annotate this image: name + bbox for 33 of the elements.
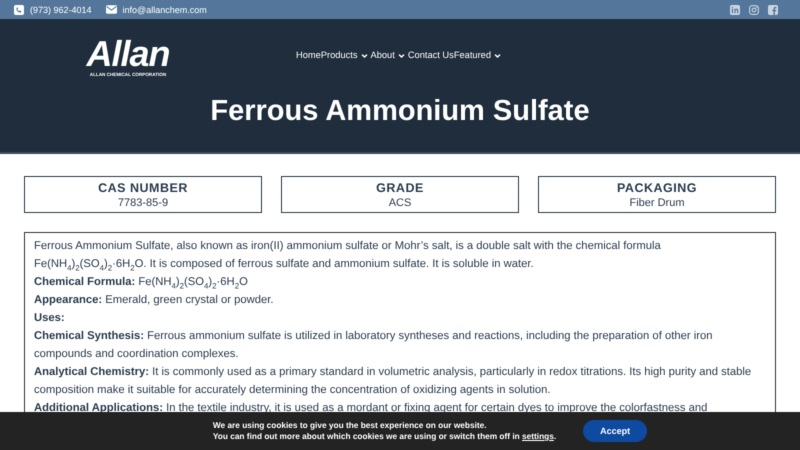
- card-heading: CAS NUMBER: [98, 180, 188, 194]
- description-text: Uses:: [34, 311, 66, 326]
- accept-button[interactable]: Accept: [583, 420, 648, 442]
- description-text: Appearance: Emerald, green crystal or powder.: [34, 293, 274, 308]
- card-value: Fiber Drum: [629, 196, 684, 208]
- card-value: ACS: [388, 196, 412, 208]
- cookie-message: We are using cookies to give you the best experience on our website.: [212, 420, 488, 431]
- caret-icon: [398, 53, 405, 59]
- card-heading: PACKAGING: [617, 180, 697, 194]
- caret-icon: [360, 53, 368, 59]
- caret-icon: [494, 53, 502, 59]
- nav-link[interactable]: Featured: [454, 50, 504, 60]
- linkedin-icon[interactable]: [730, 4, 740, 14]
- instagram-icon[interactable]: [749, 4, 759, 14]
- card-value: 7783-85-9: [118, 196, 168, 208]
- phone-icon: [14, 4, 24, 14]
- nav-link[interactable]: Home: [296, 50, 321, 60]
- facebook-icon[interactable]: [768, 4, 778, 14]
- nav-link[interactable]: About: [370, 50, 408, 60]
- description-text: Chemical Formula: Fe(NH$_{4}$)$_{2}$(SO$_{4}$)$_{2}$·6H$_{2}$O: [34, 275, 249, 291]
- mail-icon: [106, 5, 117, 14]
- description-text: Ferrous Ammonium Sulfate, also known as iron(II) ammonium sulfate or Mohr’s salt, is a double salt with the chemical formula Fe(NH$_{4}$)$_{2}$(SO$_{4}$)$_{2}$·6H$_{2}$O. It is composed of ferrous sulfate and ammonium sulfate. It is soluble in water.: [34, 239, 662, 273]
- card-heading: GRADE: [376, 180, 424, 194]
- phone-number[interactable]: (973) 962-4014: [30, 4, 92, 14]
- description-text: Chemical Synthesis: Ferrous ammonium sulfate is utilized in laboratory syntheses and reactions, including the preparation of other iron compounds and coordination complexes.: [34, 329, 714, 362]
- cookie-message: You can find out more about which cookies we are using or switch them off in: [212, 431, 520, 441]
- settings-link[interactable]: settings: [522, 431, 554, 441]
- nav-link[interactable]: Products: [320, 50, 371, 60]
- description-text: Analytical Chemistry: It is commonly used as a primary standard in volumetric analysis, particularly in redox titrations. Its high purity and stable composition make it suitable for accurately determining the concentration of oxidizing agents in solution.: [34, 365, 752, 398]
- page-title: Ferrous Ammonium Sulfate: [209, 95, 591, 128]
- email-address[interactable]: info@allanchem.com: [122, 4, 207, 14]
- period-text: .: [554, 431, 556, 441]
- nav-link[interactable]: Contact Us: [408, 50, 454, 60]
